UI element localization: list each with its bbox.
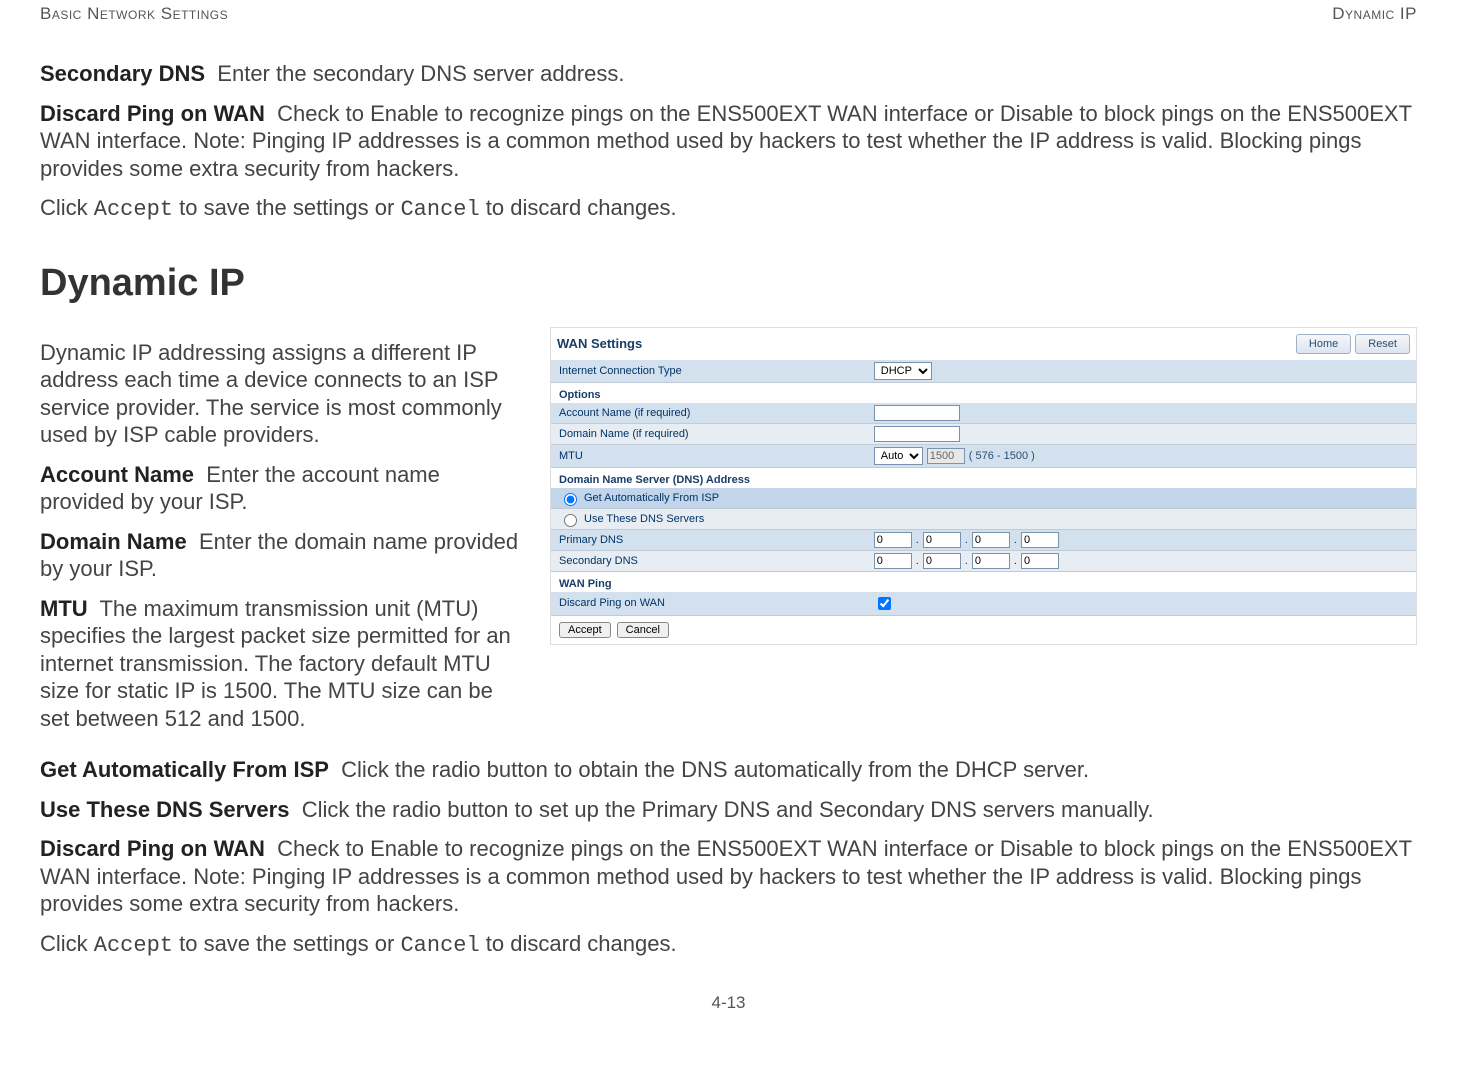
primary-dns-1[interactable] [874, 532, 912, 548]
header-left: Basic Network Settings [40, 4, 228, 24]
para-secondary-dns: Secondary DNS Enter the secondary DNS se… [40, 60, 1417, 88]
cancel-button[interactable]: Cancel [617, 622, 669, 638]
para-discard-ping-bottom: Discard Ping on WAN Check to Enable to r… [40, 835, 1417, 918]
wan-ping-header: WAN Ping [551, 572, 1416, 592]
para-domain-name: Domain Name Enter the domain name provid… [40, 528, 520, 583]
term-discard-ping-top: Discard Ping on WAN [40, 101, 265, 126]
row-mtu: MTU Auto ( 576 - 1500 ) [551, 445, 1416, 468]
desc-get-auto: Click the radio button to obtain the DNS… [341, 757, 1089, 782]
para-discard-ping-top: Discard Ping on WAN Check to Enable to r… [40, 100, 1417, 183]
secondary-dns-4[interactable] [1021, 553, 1059, 569]
mtu-mode-select[interactable]: Auto [874, 447, 923, 465]
row-primary-dns: Primary DNS . . . [551, 530, 1416, 551]
mtu-hint: ( 576 - 1500 ) [969, 450, 1035, 462]
domain-name-input[interactable] [874, 426, 960, 442]
label-account-name: Account Name (if required) [551, 404, 870, 422]
para-use-these: Use These DNS Servers Click the radio bu… [40, 796, 1417, 824]
wan-settings-screenshot: WAN Settings Home Reset Internet Connect… [550, 327, 1417, 645]
secondary-dns-2[interactable] [923, 553, 961, 569]
term-mtu: MTU [40, 596, 88, 621]
account-name-input[interactable] [874, 405, 960, 421]
row-account-name: Account Name (if required) [551, 403, 1416, 424]
page-number: 4-13 [40, 993, 1417, 1013]
row-dns-manual[interactable]: Use These DNS Servers [551, 509, 1416, 530]
header-right: Dynamic IP [1332, 4, 1417, 24]
primary-dns-4[interactable] [1021, 532, 1059, 548]
para-account-name: Account Name Enter the account name prov… [40, 461, 520, 516]
para-click-accept-bottom: Click Accept to save the settings or Can… [40, 930, 1417, 960]
options-header: Options [551, 383, 1416, 403]
secondary-dns-1[interactable] [874, 553, 912, 569]
label-primary-dns: Primary DNS [551, 531, 870, 549]
internet-type-select[interactable]: DHCP [874, 362, 932, 380]
label-discard-ping: Discard Ping on WAN [551, 594, 870, 612]
dns-manual-radio[interactable] [564, 514, 577, 527]
label-domain-name: Domain Name (if required) [551, 425, 870, 443]
row-discard-ping: Discard Ping on WAN [551, 592, 1416, 616]
reset-button[interactable]: Reset [1355, 334, 1410, 354]
dns-manual-label: Use These DNS Servers [584, 513, 704, 525]
accept-code-top: Accept [94, 197, 173, 222]
term-account-name: Account Name [40, 462, 194, 487]
ss-title: WAN Settings [557, 336, 642, 351]
mtu-value-input[interactable] [927, 448, 965, 464]
dns-auto-label: Get Automatically From ISP [584, 492, 719, 504]
desc-secondary-dns: Enter the secondary DNS server address. [217, 61, 624, 86]
discard-ping-checkbox[interactable] [878, 597, 891, 610]
accept-code-bottom: Accept [94, 933, 173, 958]
primary-dns-3[interactable] [972, 532, 1010, 548]
secondary-dns-3[interactable] [972, 553, 1010, 569]
primary-dns-2[interactable] [923, 532, 961, 548]
term-get-auto: Get Automatically From ISP [40, 757, 329, 782]
term-use-these: Use These DNS Servers [40, 797, 289, 822]
home-button[interactable]: Home [1296, 334, 1351, 354]
desc-use-these: Click the radio button to set up the Pri… [302, 797, 1154, 822]
dns-header: Domain Name Server (DNS) Address [551, 468, 1416, 488]
row-internet-connection-type: Internet Connection Type DHCP [551, 360, 1416, 383]
label-internet-type: Internet Connection Type [551, 362, 870, 380]
row-secondary-dns: Secondary DNS . . . [551, 551, 1416, 572]
term-secondary-dns: Secondary DNS [40, 61, 205, 86]
desc-mtu: The maximum transmission unit (MTU) spec… [40, 596, 511, 731]
para-mtu: MTU The maximum transmission unit (MTU) … [40, 595, 520, 733]
term-domain-name: Domain Name [40, 529, 187, 554]
row-domain-name: Domain Name (if required) [551, 424, 1416, 445]
para-dynamic-ip-intro: Dynamic IP addressing assigns a differen… [40, 339, 520, 449]
term-discard-ping-bottom: Discard Ping on WAN [40, 836, 265, 861]
para-get-auto: Get Automatically From ISP Click the rad… [40, 756, 1417, 784]
accept-button[interactable]: Accept [559, 622, 611, 638]
cancel-code-top: Cancel [400, 197, 479, 222]
cancel-code-bottom: Cancel [400, 933, 479, 958]
label-secondary-dns: Secondary DNS [551, 552, 870, 570]
section-title-dynamic-ip: Dynamic IP [40, 262, 1417, 305]
label-mtu: MTU [551, 447, 870, 465]
para-click-accept-top: Click Accept to save the settings or Can… [40, 194, 1417, 224]
row-dns-auto[interactable]: Get Automatically From ISP [551, 488, 1416, 509]
running-header: Basic Network Settings Dynamic IP [40, 4, 1417, 24]
dns-auto-radio[interactable] [564, 493, 577, 506]
